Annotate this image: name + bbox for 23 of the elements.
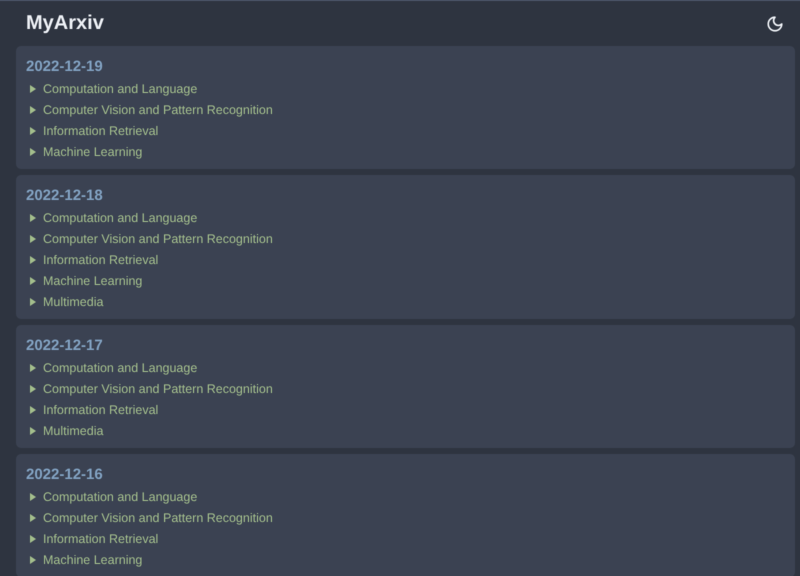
category-item[interactable]: Machine Learning bbox=[26, 549, 785, 570]
category-item[interactable]: Information Retrieval bbox=[26, 399, 785, 420]
category-item[interactable]: Machine Learning bbox=[26, 141, 785, 162]
category-item[interactable]: Computer Vision and Pattern Recognition bbox=[26, 378, 785, 399]
category-item[interactable]: Computer Vision and Pattern Recognition bbox=[26, 99, 785, 120]
category-item[interactable]: Computer Vision and Pattern Recognition bbox=[26, 507, 785, 528]
app-title: MyArxiv bbox=[26, 12, 104, 35]
date-heading: 2022-12-19 bbox=[26, 57, 104, 77]
category-item[interactable]: Computation and Language bbox=[26, 357, 785, 378]
category-item[interactable]: Information Retrieval bbox=[26, 249, 785, 270]
category-item[interactable]: Computation and Language bbox=[26, 78, 785, 99]
category-item[interactable]: Information Retrieval bbox=[26, 528, 785, 549]
category-item[interactable]: Computer Vision and Pattern Recognition bbox=[26, 228, 785, 249]
date-heading: 2022-12-16 bbox=[26, 465, 104, 485]
date-heading: 2022-12-17 bbox=[26, 336, 104, 356]
category-item[interactable]: Computation and Language bbox=[26, 486, 785, 507]
category-item[interactable]: Multimedia bbox=[26, 291, 785, 312]
category-item[interactable]: Computation and Language bbox=[26, 207, 785, 228]
moon-icon[interactable] bbox=[766, 14, 784, 32]
date-heading: 2022-12-18 bbox=[26, 186, 104, 206]
category-item[interactable]: Machine Learning bbox=[26, 270, 785, 291]
category-item[interactable]: Multimedia bbox=[26, 420, 785, 441]
category-item[interactable]: Information Retrieval bbox=[26, 120, 785, 141]
